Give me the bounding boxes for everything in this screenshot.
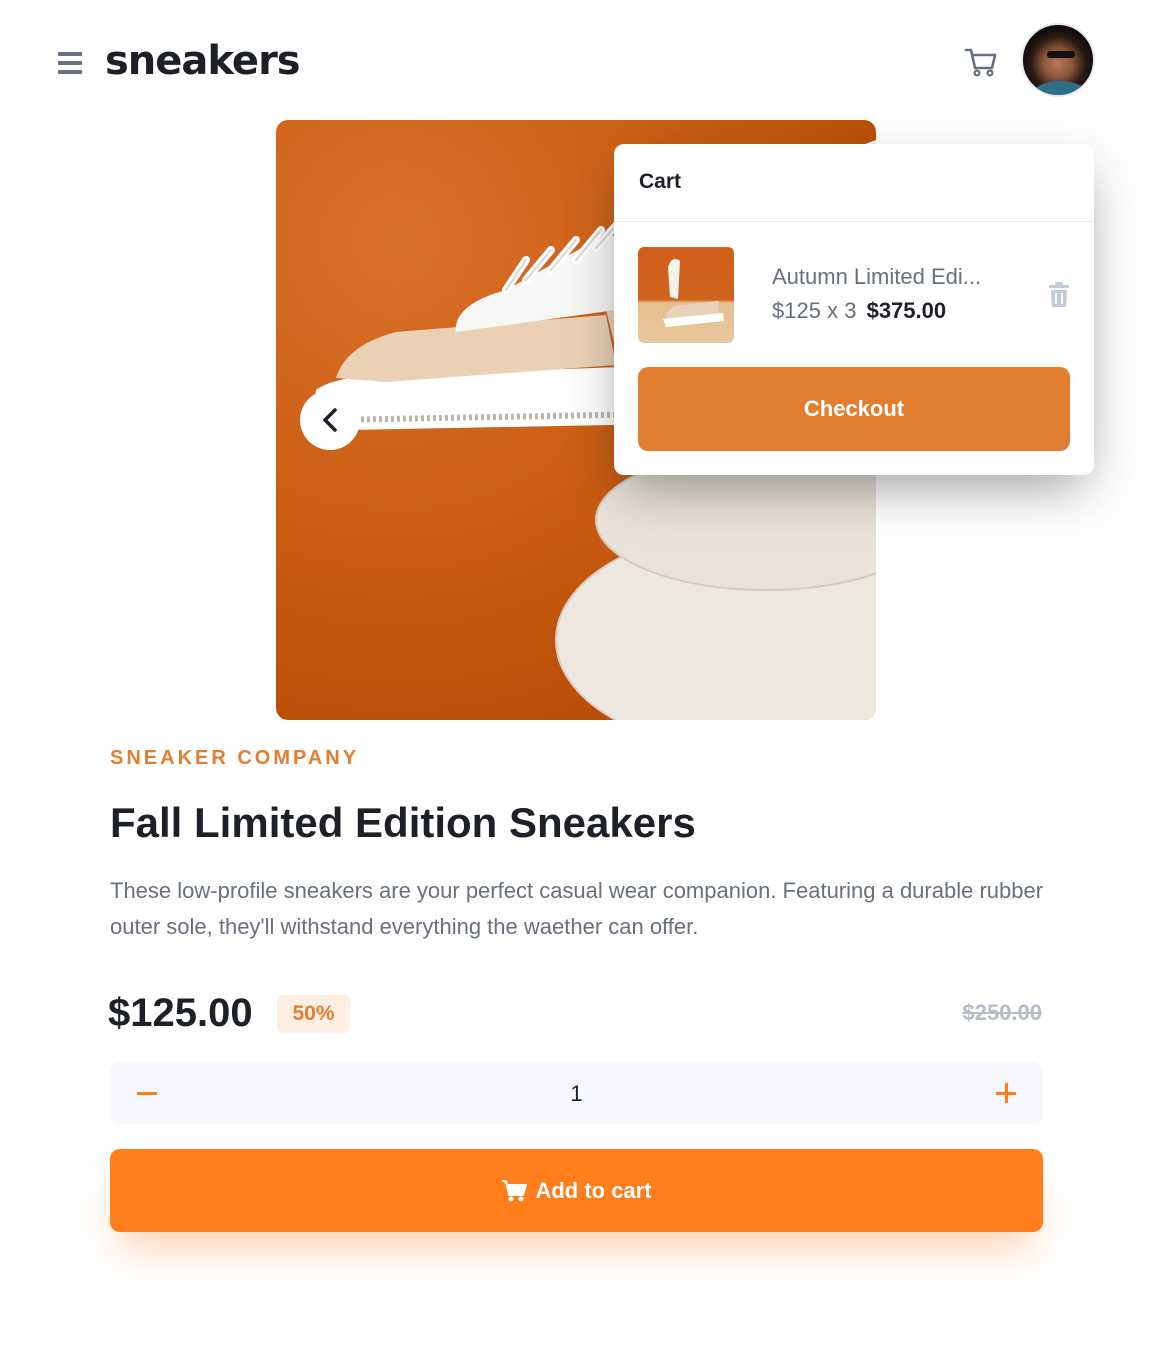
original-price: $250.00 <box>962 1000 1042 1025</box>
cart-item-thumbnail[interactable] <box>638 247 734 343</box>
company-name: SNEAKER COMPANY <box>110 747 360 769</box>
avatar-shirt <box>1033 81 1087 95</box>
plus-icon[interactable] <box>991 1078 1021 1108</box>
add-to-cart-label: Add to cart <box>535 1177 652 1203</box>
quantity-value: 1 <box>570 1081 583 1106</box>
add-to-cart-button[interactable]: Add to cart <box>110 1149 1043 1232</box>
cart-item-total: $375.00 <box>866 298 947 323</box>
cart-icon <box>502 1179 528 1201</box>
product-description: These low-profile sneakers are your perf… <box>110 878 1044 939</box>
previous-image-button[interactable] <box>300 390 360 450</box>
checkout-button[interactable]: Checkout <box>638 367 1070 451</box>
cart-item-unit-price: $125 <box>772 298 821 323</box>
avatar-glasses <box>1047 51 1075 58</box>
cart-popup: Cart Autumn Limited Edi... $125 x 3 $375… <box>614 144 1094 475</box>
product-page: sneakers Cart Autumn Limited Edi... $125… <box>0 0 1152 1351</box>
cart-item-name: Autumn Limited Edi... <box>772 264 982 289</box>
cart-icon[interactable] <box>962 42 1000 80</box>
logo[interactable]: sneakers <box>105 36 301 86</box>
cart-item-quantity: 3 <box>844 298 857 323</box>
trash-icon[interactable] <box>1048 282 1070 308</box>
cart-item-price-line: $125 x 3 $375.00 <box>772 298 946 324</box>
cart-item-multiplier: x <box>827 298 839 323</box>
avatar[interactable] <box>1021 23 1095 97</box>
current-price: $125.00 <box>108 991 253 1035</box>
quantity-stepper: 1 <box>110 1062 1043 1124</box>
discount-badge: 50% <box>277 995 350 1033</box>
site-header: sneakers <box>0 0 1152 120</box>
hamburger-menu-icon[interactable] <box>58 52 82 74</box>
chevron-left-icon <box>323 408 337 432</box>
cart-title: Cart <box>639 170 682 193</box>
cart-divider <box>614 221 1094 222</box>
product-title: Fall Limited Edition Sneakers <box>110 799 696 846</box>
